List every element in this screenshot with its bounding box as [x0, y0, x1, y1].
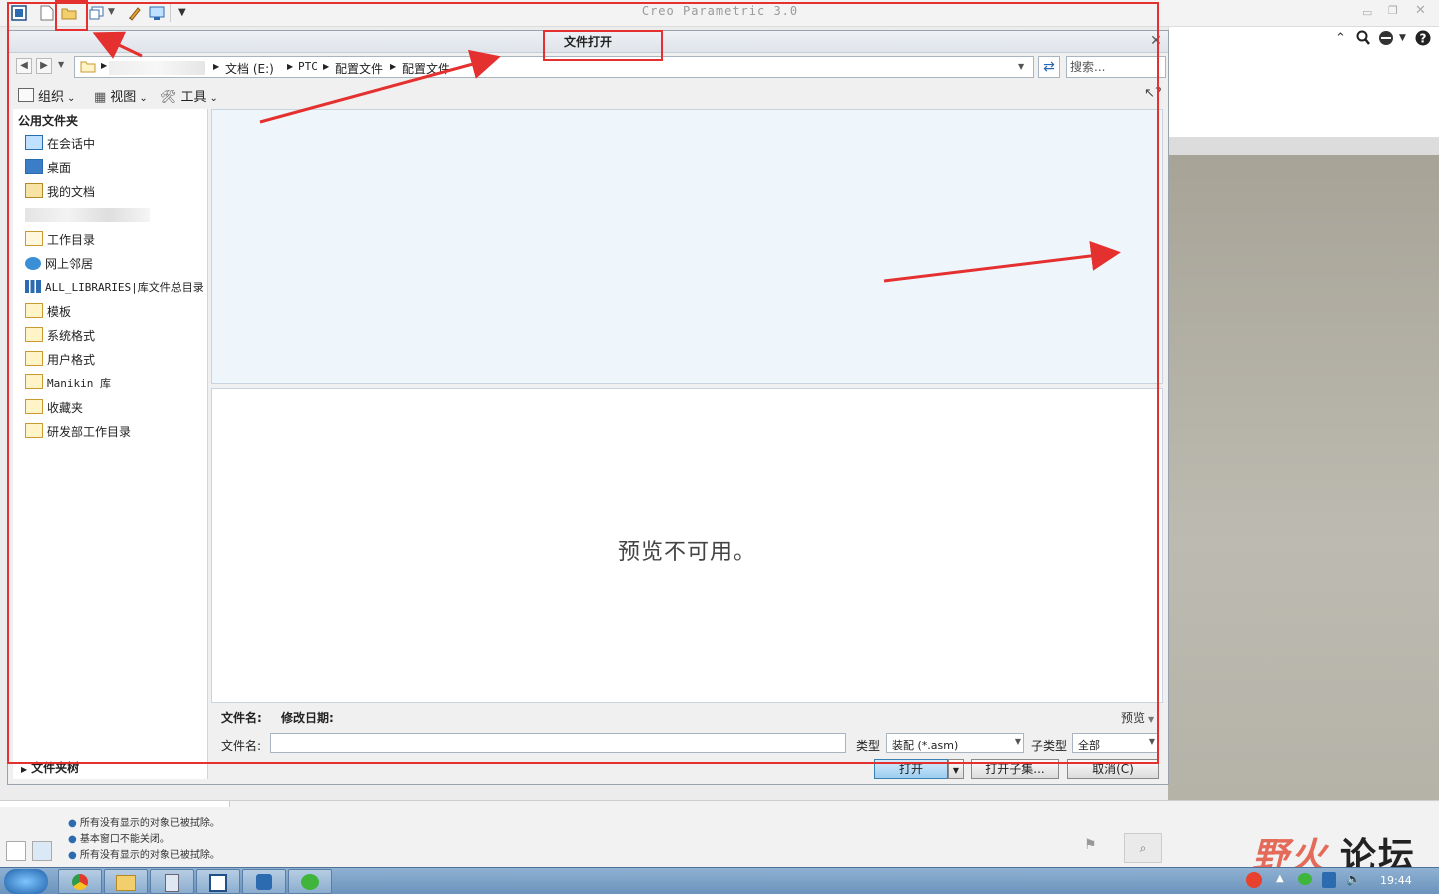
arrow-to-right	[883, 240, 1121, 283]
annotation-arrows	[92, 31, 1121, 283]
arrow-to-path	[259, 49, 501, 124]
arrow-to-open-icon	[92, 31, 143, 59]
